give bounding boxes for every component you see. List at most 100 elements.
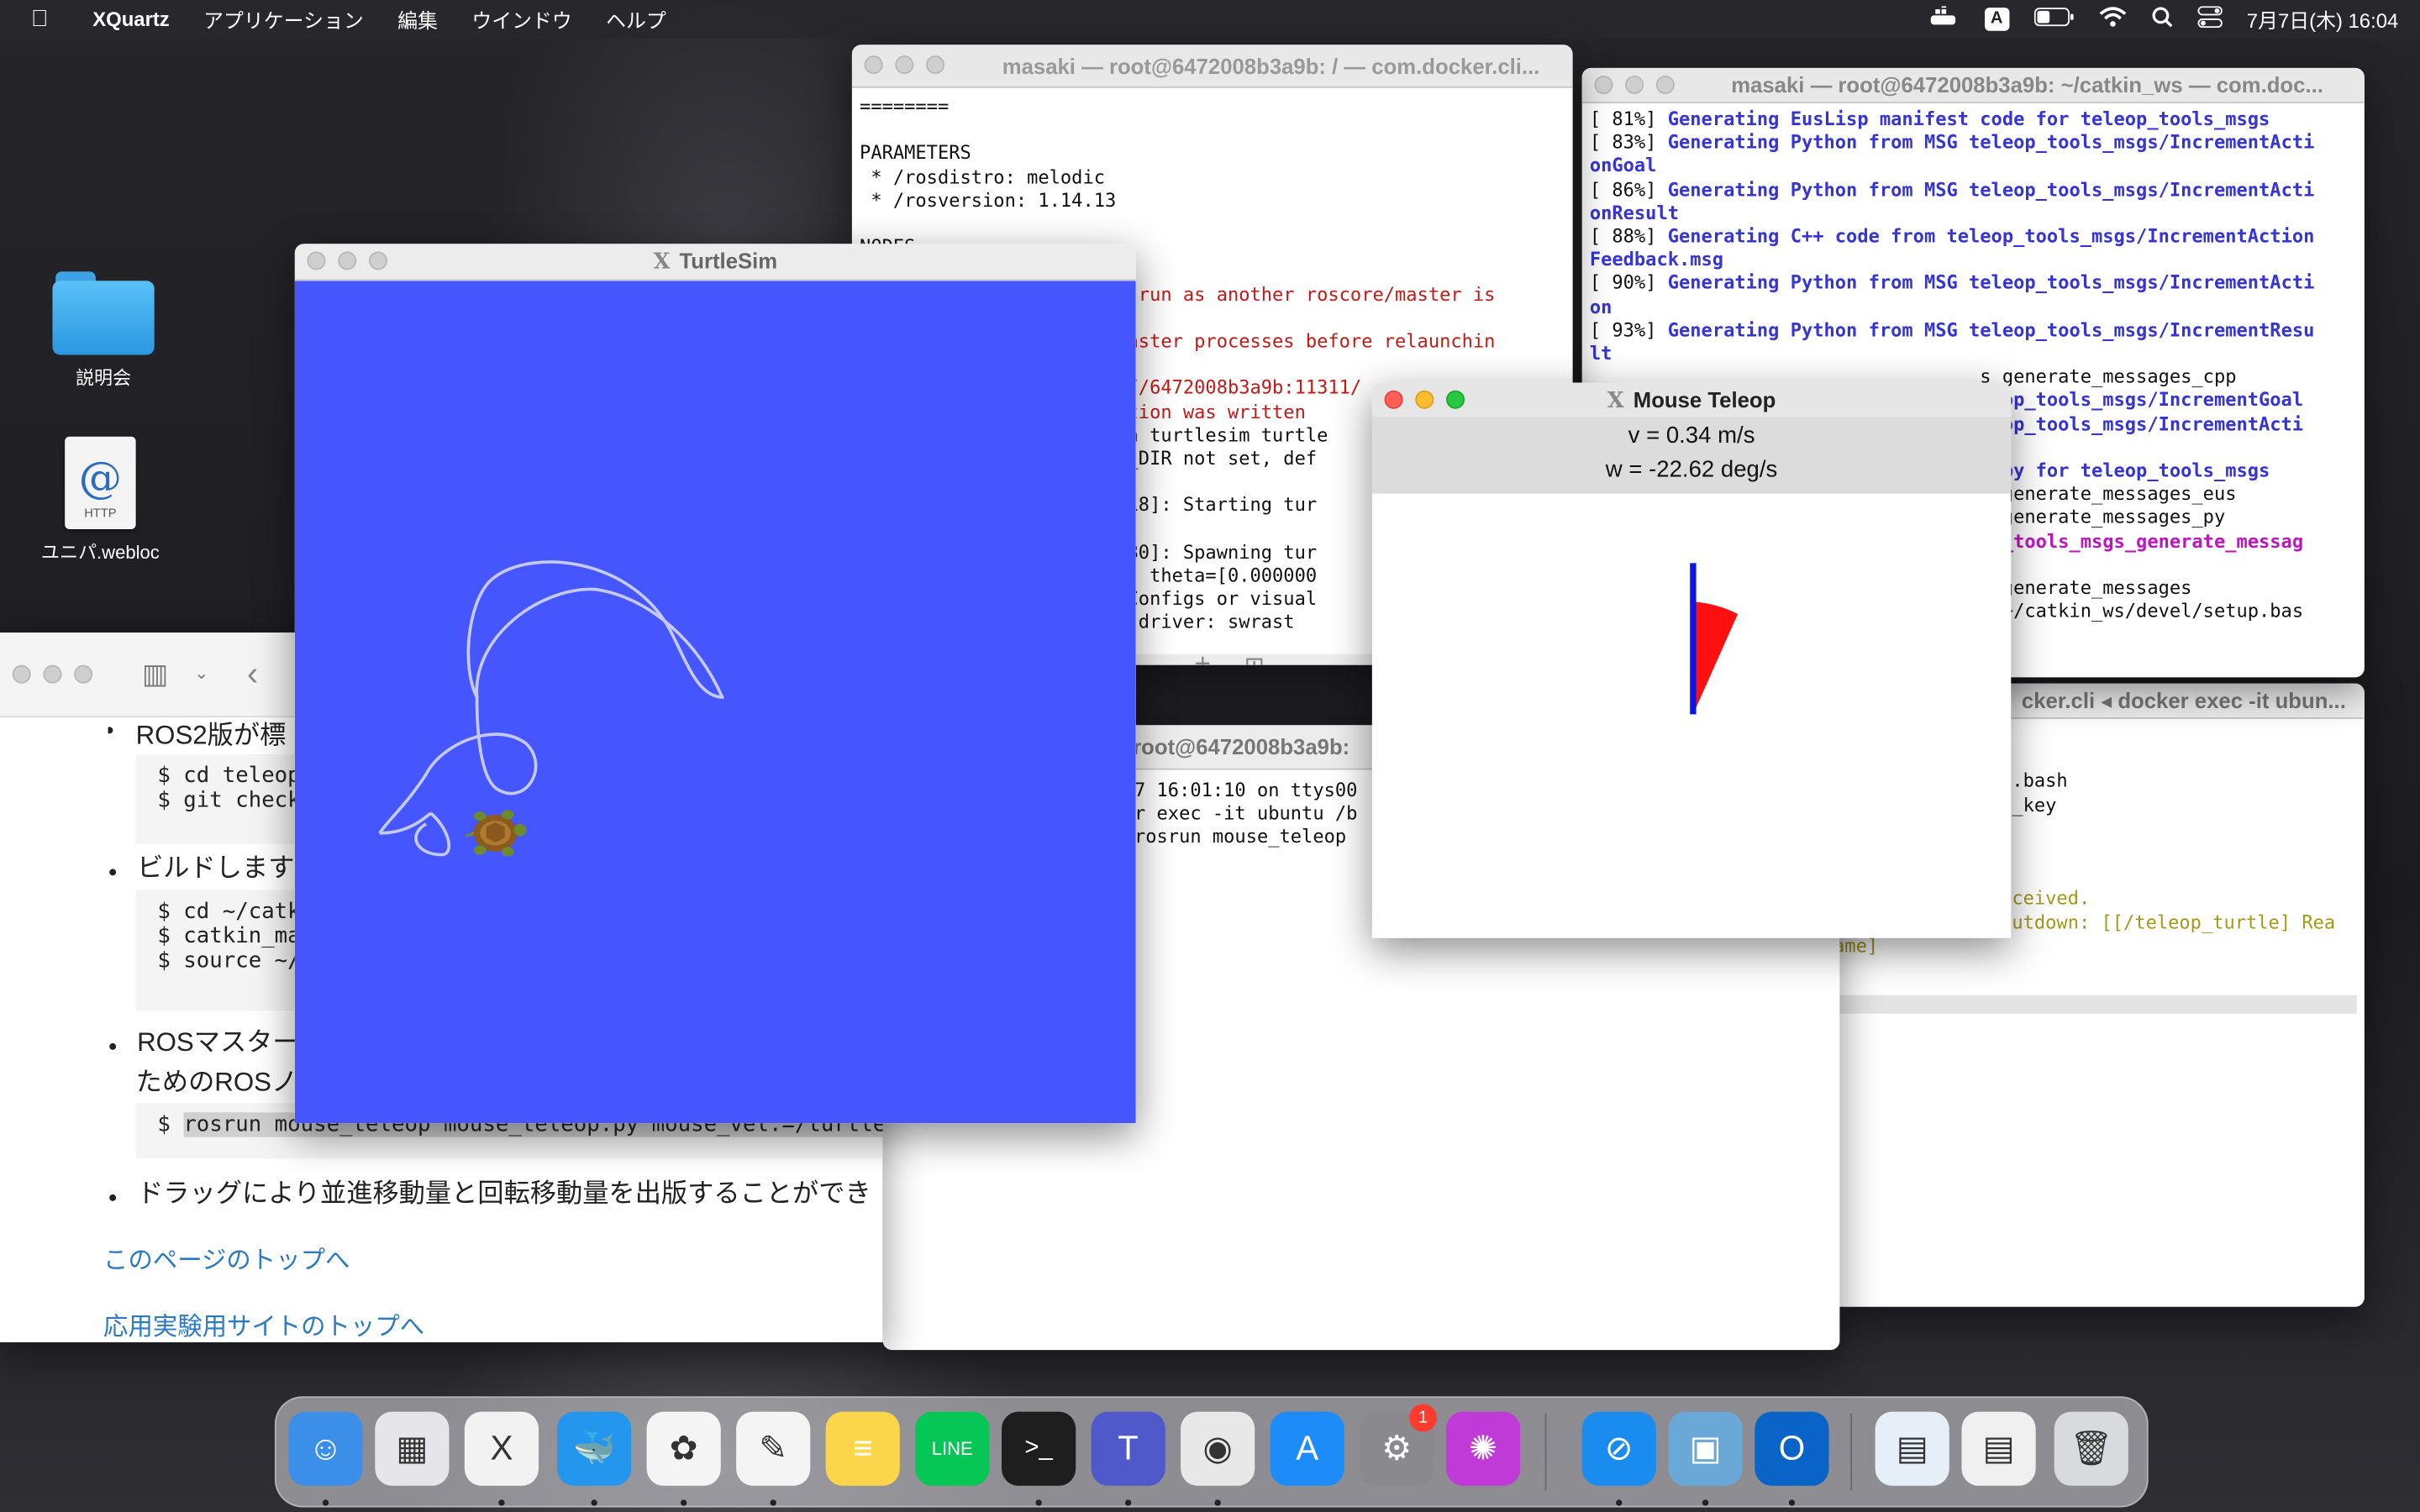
input-method-indicator[interactable]: A xyxy=(1984,8,2009,31)
terminal-line: lt xyxy=(1589,342,1612,365)
photos-icon[interactable]: ✿ xyxy=(646,1411,721,1486)
title-bar[interactable]: X TurtleSim xyxy=(294,244,1136,281)
wifi-icon[interactable] xyxy=(2098,6,2126,32)
desktop-webloc-label: ユニパ.webloc xyxy=(40,541,160,564)
terminal-line: [ 93%] Generating Python from MSG teleop… xyxy=(1589,318,2315,341)
menu-window[interactable]: ウインドウ xyxy=(471,5,571,34)
running-indicator xyxy=(1214,1499,1221,1506)
running-indicator xyxy=(770,1499,776,1506)
bullet-drag: ドラッグにより並進移動量と回転移動量を出版することができ xyxy=(137,1179,871,1209)
window-title: Mouse Teleop xyxy=(1633,386,1776,412)
dock: ☺ ▦ X 🐳 ✿ ✎ ≡ LINE >_ T ◉ A ⚙ ✺ ⊘ ▣ O ▤ ▤ 🗑 1 xyxy=(274,1396,2149,1508)
teleop-drag-canvas[interactable] xyxy=(1371,493,2012,938)
spotlight-search-icon[interactable] xyxy=(2151,6,2173,32)
running-indicator xyxy=(591,1499,597,1506)
add-icon[interactable]: + xyxy=(1195,648,1211,664)
running-indicator xyxy=(1124,1499,1132,1506)
terminal-line: ======== xyxy=(860,95,950,118)
terminal-selection-bar xyxy=(1833,995,2357,1014)
x11-icon: X xyxy=(653,249,671,275)
x11-icon: X xyxy=(1607,387,1624,413)
title-bar[interactable]: masaki — root@6472008b3a9b: ~/catkin_ws … xyxy=(1581,67,2365,104)
terminal-line: * /rosversion: 1.14.13 xyxy=(860,189,1117,212)
menu-edit[interactable]: 編集 xyxy=(397,5,438,34)
terminal-line: [ 86%] Generating Python from MSG teleop… xyxy=(1589,178,2315,201)
launchpad-icon[interactable]: ▦ xyxy=(375,1411,450,1486)
sidebar-toggle-icon[interactable]: ▥ xyxy=(142,659,168,691)
status-area: A 7月7日(木) 16:04 xyxy=(1928,0,2398,39)
menu-applications[interactable]: アプリケーション xyxy=(203,5,364,34)
notes-icon[interactable]: ≡ xyxy=(825,1411,900,1486)
desktop-folder[interactable]: 説明会 xyxy=(34,271,172,390)
bullet-build: ビルドします xyxy=(137,853,295,883)
notification-badge: 1 xyxy=(1408,1404,1437,1432)
grid-view-icon[interactable]: ⊞ xyxy=(1244,651,1265,665)
menu-help[interactable]: ヘルプ xyxy=(606,5,666,34)
battery-icon[interactable] xyxy=(2033,8,2074,31)
webloc-file-icon: @ HTTP xyxy=(65,436,136,529)
line-icon[interactable]: LINE xyxy=(915,1411,990,1486)
bullet-ros-master-cont: ためのROSノ xyxy=(135,1068,298,1097)
terminal-line: PARAMETERS xyxy=(860,142,971,165)
apple-menu-icon[interactable]:  xyxy=(31,6,59,32)
window-title: masaki — root@6472008b3a9b: / — com.dock… xyxy=(1002,53,1540,78)
velocity-readout: v = 0.34 m/s w = -22.62 deg/s xyxy=(1371,416,2012,494)
xquartz-icon[interactable]: X xyxy=(464,1411,539,1486)
textedit-icon[interactable]: ✎ xyxy=(736,1411,811,1486)
app-menu[interactable]: XQuartz xyxy=(92,8,170,31)
angular-velocity-label: w = -22.62 deg/s xyxy=(1605,456,1778,483)
terminal-line: [ 83%] Generating Python from MSG teleop… xyxy=(1589,131,2315,154)
terminal-line: * /rosdistro: melodic xyxy=(860,165,1106,188)
menu-bar:  XQuartz アプリケーション 編集 ウインドウ ヘルプ A 7月7日(木… xyxy=(0,0,2420,39)
preview-icon[interactable]: ▣ xyxy=(1668,1411,1743,1486)
title-bar[interactable]: X Mouse Teleop xyxy=(1371,382,2012,417)
pinwheel-icon[interactable]: ✺ xyxy=(1446,1411,1521,1486)
finder-icon[interactable]: ☺ xyxy=(288,1411,363,1486)
bullet-ros2: ROS2版が標 xyxy=(135,722,287,750)
link-site-top[interactable]: 応用実験用サイトのトップへ xyxy=(103,1305,424,1342)
trash-icon[interactable]: 🗑 xyxy=(2054,1411,2128,1486)
zoom-button[interactable] xyxy=(74,664,93,684)
minimize-button[interactable] xyxy=(43,664,62,684)
teams-icon[interactable]: T xyxy=(1091,1411,1165,1486)
turtlesim-canvas xyxy=(294,281,1136,1124)
terminal-line: onResult xyxy=(1589,202,1679,223)
dock-separator xyxy=(1544,1413,1547,1491)
desktop-webloc[interactable]: @ HTTP ユニパ.webloc xyxy=(31,436,170,564)
desktop-folder-label: 説明会 xyxy=(75,367,132,389)
folder-icon xyxy=(52,271,155,355)
running-indicator xyxy=(1035,1499,1042,1506)
docker-status-icon[interactable] xyxy=(1928,4,1960,32)
safari-icon[interactable]: ⊘ xyxy=(1581,1411,1656,1486)
terminal-line: [ 81%] Generating EusLisp manifest code … xyxy=(1589,108,2270,130)
terminal-line: ame] xyxy=(1833,934,1879,957)
chrome-icon[interactable]: ◉ xyxy=(1181,1411,1255,1486)
terminal-line: [ 90%] Generating Python from MSG teleop… xyxy=(1589,272,2315,294)
outlook-icon[interactable]: O xyxy=(1754,1411,1829,1486)
menubar-clock[interactable]: 7月7日(木) 16:04 xyxy=(2247,5,2398,34)
linear-velocity-label: v = 0.34 m/s xyxy=(1628,423,1755,449)
docker-icon[interactable]: 🐳 xyxy=(557,1411,632,1486)
back-icon[interactable]: ‹ xyxy=(247,654,258,695)
running-indicator xyxy=(322,1499,329,1506)
title-bar[interactable]: masaki — root@6472008b3a9b: / — com.dock… xyxy=(851,45,1573,88)
terminal-icon[interactable]: >_ xyxy=(1002,1411,1076,1486)
running-indicator xyxy=(1616,1499,1623,1506)
bullet-ros-master: ROSマスター xyxy=(137,1027,299,1058)
terminal-line: onGoal xyxy=(1589,155,1657,177)
mouse-teleop-window[interactable]: X Mouse Teleop v = 0.34 m/s w = -22.62 de… xyxy=(1371,382,2012,938)
window-title: TurtleSim xyxy=(679,248,778,274)
running-indicator xyxy=(1702,1499,1709,1506)
terminal-line: [ 88%] Generating C++ code from teleop_t… xyxy=(1589,225,2315,247)
link-page-top[interactable]: このページのトップへ xyxy=(103,1239,350,1276)
chevron-down-icon[interactable]: ⌄ xyxy=(194,664,208,684)
turtlesim-window[interactable]: X TurtleSim xyxy=(294,244,1136,1124)
window-title: masaki — root@6472008b3a9b: ~/catkin_ws … xyxy=(1731,72,2323,97)
control-center-icon[interactable] xyxy=(2197,6,2223,32)
recent-window-icon[interactable]: ▤ xyxy=(1875,1411,1949,1486)
close-button[interactable] xyxy=(12,664,31,684)
appstore-icon[interactable]: A xyxy=(1270,1411,1344,1486)
running-indicator xyxy=(498,1499,505,1506)
recent-window-2-icon[interactable]: ▤ xyxy=(1961,1411,2036,1486)
